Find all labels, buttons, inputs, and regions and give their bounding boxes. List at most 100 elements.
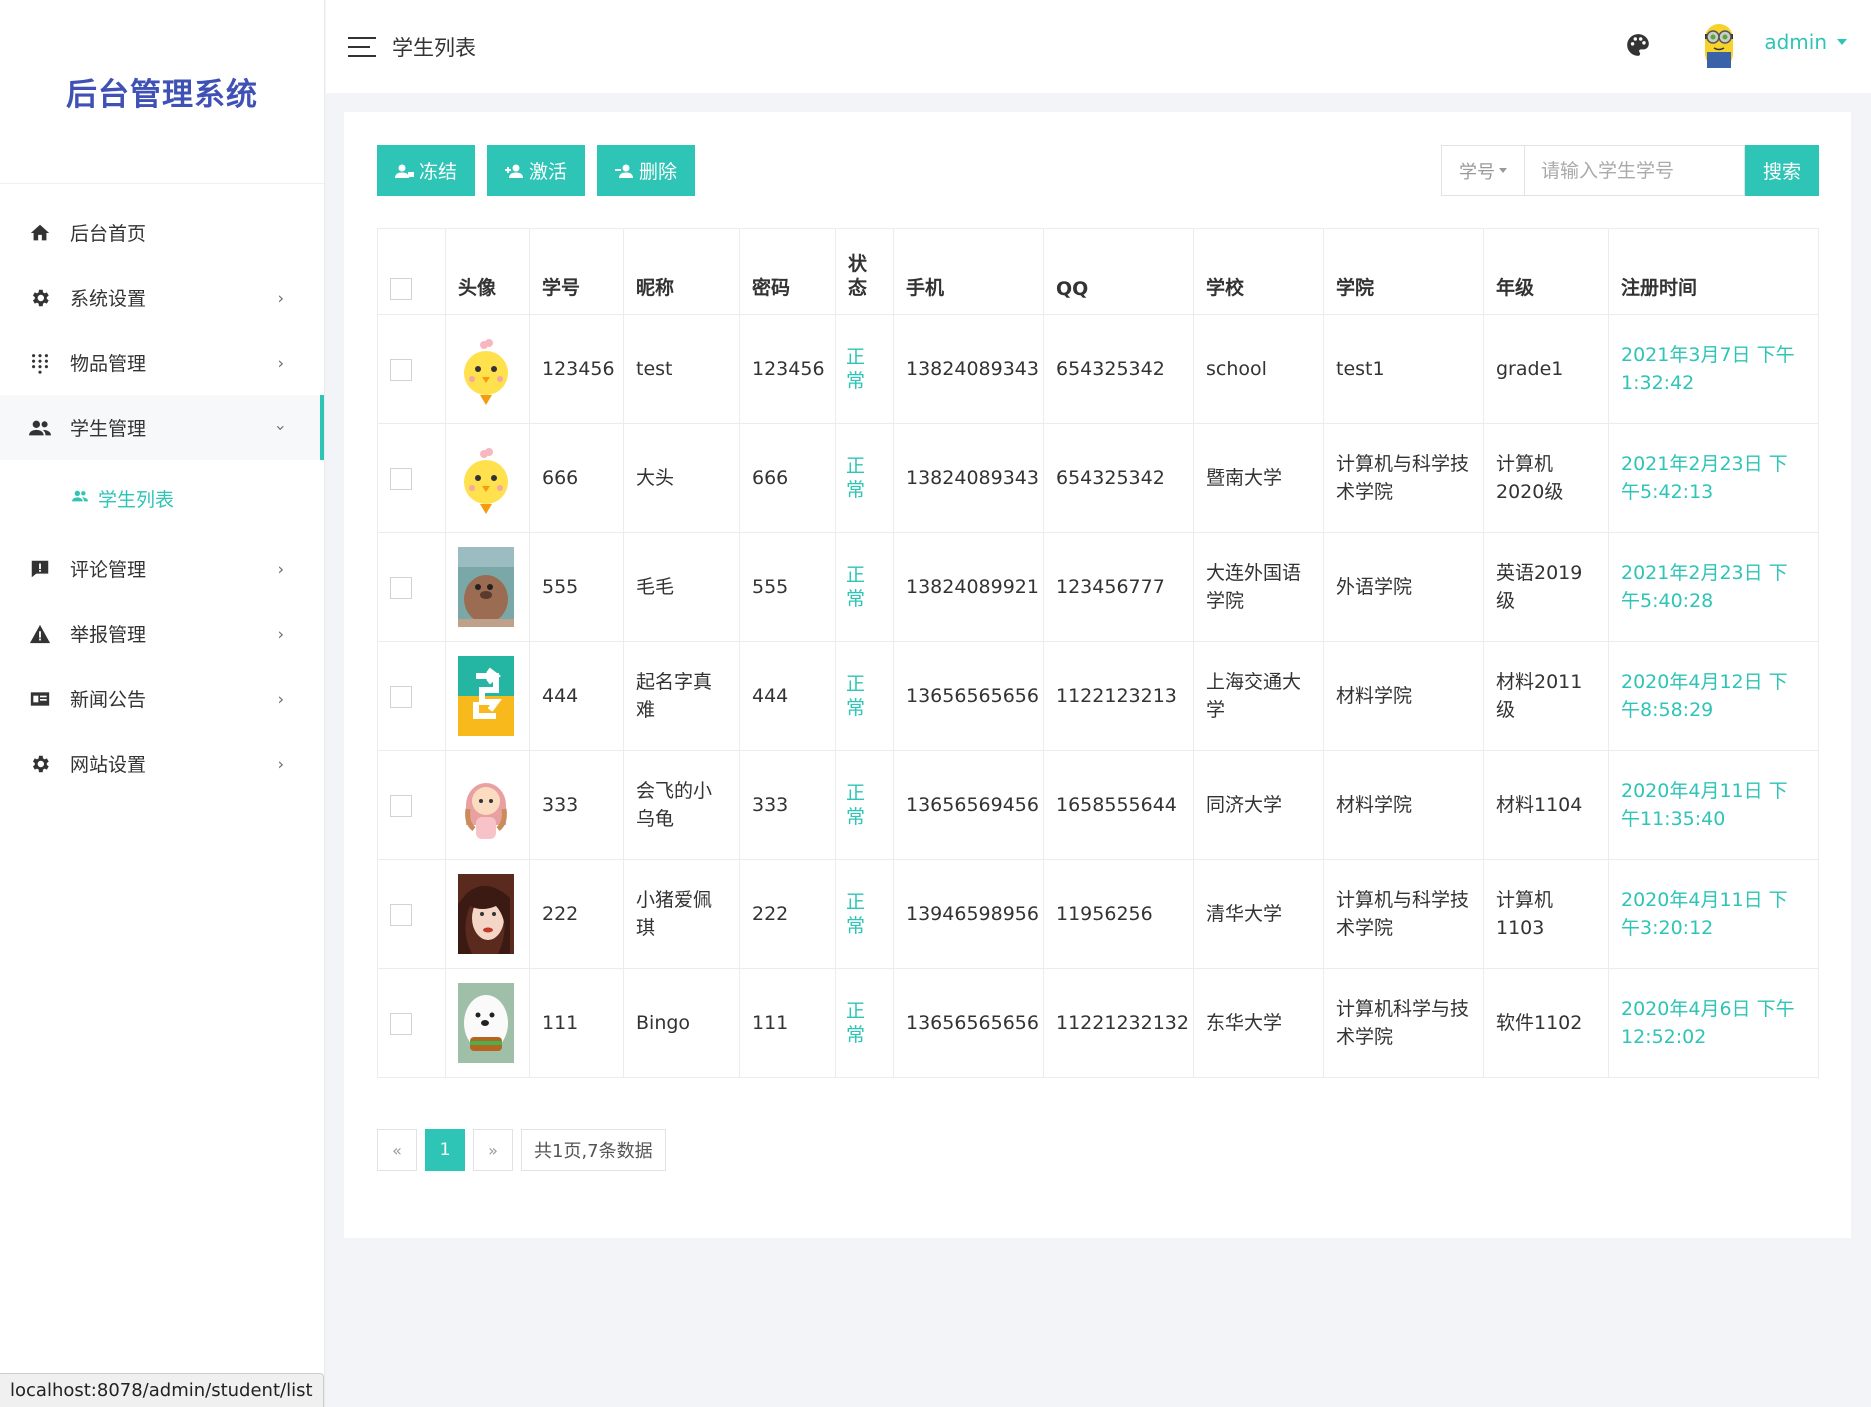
- status: 正常: [835, 423, 894, 533]
- search-input[interactable]: [1525, 145, 1745, 196]
- row-select-cell[interactable]: [377, 641, 446, 751]
- school: 上海交通大学: [1193, 641, 1324, 751]
- sidebar-item-label: 后台首页: [70, 223, 147, 245]
- sidebar-item-reports[interactable]: 举报管理 ›: [0, 601, 324, 666]
- pagination: « 1 » 共1页,7条数据: [377, 1129, 666, 1171]
- column-header: 状态: [835, 228, 894, 315]
- register-time: 2020年4月6日 下午12:52:02: [1608, 968, 1819, 1078]
- student-avatar: [458, 438, 517, 518]
- freeze-button[interactable]: 冻结: [377, 145, 476, 196]
- qq: 11956256: [1043, 859, 1194, 969]
- phone: 13824089343: [893, 314, 1044, 424]
- college: 材料学院: [1323, 641, 1484, 751]
- table-row[interactable]: 333 会飞的小乌龟 333 正常 13656569456 1658555644 同济大学材…: [377, 750, 1819, 860]
- activate-button[interactable]: 激活: [487, 145, 586, 196]
- school: 东华大学: [1193, 968, 1324, 1078]
- avatar-cell: [445, 641, 530, 751]
- phone: 13824089921: [893, 532, 1044, 642]
- sidebar-item-label: 新闻公告: [70, 689, 147, 711]
- row-select-cell[interactable]: [377, 859, 446, 969]
- row-select-cell[interactable]: [377, 423, 446, 533]
- next-page-button[interactable]: »: [473, 1129, 513, 1171]
- palette-icon[interactable]: [1625, 32, 1651, 58]
- sidebar-item-site-settings[interactable]: 网站设置 ›: [0, 731, 324, 796]
- row-checkbox[interactable]: [390, 358, 412, 381]
- student-avatar: [458, 656, 517, 736]
- table-row[interactable]: 555 毛毛 555 正常 13824089921 123456777 大连外国语学院 外语学…: [377, 532, 1819, 642]
- page-1-button[interactable]: 1: [425, 1129, 465, 1171]
- table-row[interactable]: 111 Bingo 111 正常 13656565656 11221232132 东华大学计…: [377, 968, 1819, 1078]
- row-checkbox[interactable]: [390, 685, 412, 708]
- avatar-cell: [445, 750, 530, 860]
- select-all-checkbox[interactable]: [390, 278, 412, 300]
- nickname: 起名字真难: [623, 641, 740, 751]
- row-checkbox[interactable]: [390, 903, 412, 926]
- student-table: 头像 学号 昵称 密码 状态 手机 QQ 学校 学院 年级 注册时间 12345…: [377, 228, 1819, 1078]
- password: 555: [739, 532, 836, 642]
- column-header: 昵称: [623, 228, 740, 315]
- row-checkbox[interactable]: [390, 794, 412, 817]
- avatar-cell: [445, 314, 530, 424]
- delete-button[interactable]: 删除: [597, 145, 696, 196]
- table-row[interactable]: 123456 test 123456 正常 13824089343 654325342 sc…: [377, 314, 1819, 424]
- grid-dots-icon: [28, 351, 52, 375]
- table-row[interactable]: 222 小猪爱佩琪 222 正常 13946598956 11956256 清华大学 计算机与…: [377, 859, 1819, 969]
- row-checkbox[interactable]: [390, 467, 412, 490]
- user-avatar[interactable]: [1699, 20, 1739, 74]
- table-row[interactable]: 666 大头 666 正常 13824089343 654325342 暨南大学 计算机与科学…: [377, 423, 1819, 533]
- column-header: 学号: [529, 228, 624, 315]
- student-id: 111: [529, 968, 624, 1078]
- user-lock-icon: [395, 164, 414, 178]
- user-name: admin: [1764, 30, 1827, 54]
- search-type-select[interactable]: 学号: [1441, 145, 1525, 196]
- sidebar-item-label: 网站设置: [70, 754, 147, 776]
- sidebar-item-label: 物品管理: [70, 353, 147, 375]
- register-time: 2020年4月11日 下午3:20:12: [1608, 859, 1819, 969]
- search-button[interactable]: 搜索: [1745, 145, 1819, 196]
- nickname: 毛毛: [623, 532, 740, 642]
- college: test1: [1323, 314, 1484, 424]
- browser-status-url: localhost:8078/admin/student/list: [0, 1373, 324, 1407]
- sidebar-item-home[interactable]: 后台首页: [0, 200, 324, 265]
- sidebar-item-items[interactable]: 物品管理 ›: [0, 330, 324, 395]
- sidebar-item-label: 系统设置: [70, 288, 147, 310]
- sidebar-item-label: 评论管理: [70, 559, 147, 581]
- row-select-cell[interactable]: [377, 314, 446, 424]
- status: 正常: [835, 968, 894, 1078]
- password: 444: [739, 641, 836, 751]
- sidebar-subitem-student-list[interactable]: 学生列表: [0, 460, 324, 536]
- chevron-right-icon: ›: [277, 754, 284, 773]
- header-select-all[interactable]: [377, 228, 446, 315]
- action-toolbar: 冻结 激活 删除: [377, 145, 696, 196]
- row-select-cell[interactable]: [377, 532, 446, 642]
- row-select-cell[interactable]: [377, 968, 446, 1078]
- chevron-right-icon: ›: [277, 353, 284, 372]
- qq: 1122123213: [1043, 641, 1194, 751]
- column-header: 年级: [1483, 228, 1609, 315]
- grade: grade1: [1483, 314, 1609, 424]
- student-id: 222: [529, 859, 624, 969]
- users-icon: [70, 488, 90, 508]
- sidebar-item-comments[interactable]: 评论管理 ›: [0, 536, 324, 601]
- register-time: 2021年2月23日 下午5:42:13: [1608, 423, 1819, 533]
- warning-icon: [28, 622, 52, 646]
- sidebar-item-news[interactable]: 新闻公告 ›: [0, 666, 324, 731]
- prev-page-button[interactable]: «: [377, 1129, 417, 1171]
- phone: 13656569456: [893, 750, 1044, 860]
- column-header: 学院: [1323, 228, 1484, 315]
- sidebar-item-label: 学生管理: [70, 418, 147, 440]
- row-checkbox[interactable]: [390, 1012, 412, 1035]
- qq: 654325342: [1043, 314, 1194, 424]
- row-select-cell[interactable]: [377, 750, 446, 860]
- nickname: test: [623, 314, 740, 424]
- sidebar-item-system-settings[interactable]: 系统设置 ›: [0, 265, 324, 330]
- grade: 英语2019级: [1483, 532, 1609, 642]
- sidebar-item-students[interactable]: 学生管理 ›: [0, 395, 324, 460]
- top-header: 学生列表 admin: [326, 0, 1871, 93]
- table-row[interactable]: 444 起名字真难 444 正常 13656565656 1122123213 上海交通大学…: [377, 641, 1819, 751]
- user-menu[interactable]: admin: [1764, 30, 1847, 54]
- college: 计算机科学与技术学院: [1323, 968, 1484, 1078]
- student-id: 444: [529, 641, 624, 751]
- row-checkbox[interactable]: [390, 576, 412, 599]
- hamburger-menu-icon[interactable]: [348, 36, 376, 57]
